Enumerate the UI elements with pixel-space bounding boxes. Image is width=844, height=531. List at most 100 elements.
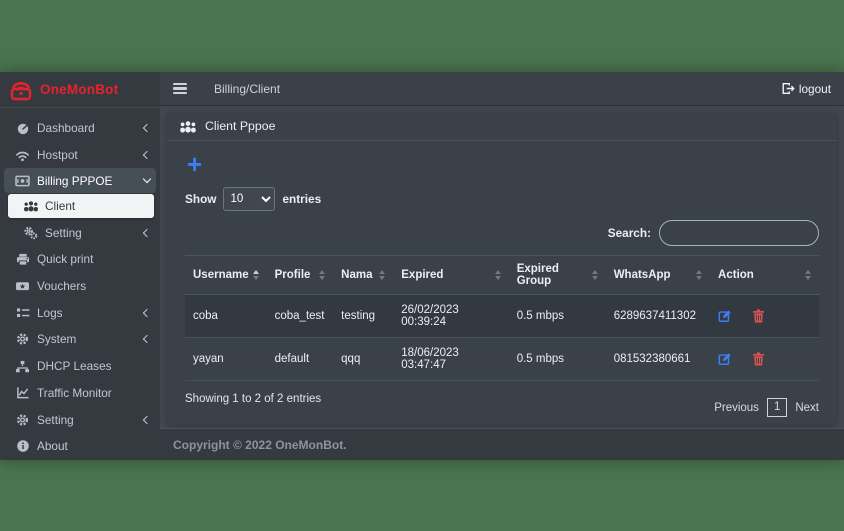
logout-button[interactable]: logout [781,82,831,96]
cell-expired-group: 0.5 mbps [509,295,606,338]
breadcrumb: Billing/Client [214,82,280,96]
edit-icon[interactable] [718,309,732,323]
search-input[interactable] [659,220,819,246]
about-info-icon [14,439,31,454]
gears-icon [22,225,39,240]
chevron-left-icon [143,335,151,343]
system-gear-icon [14,332,31,347]
sidebar-item-setting[interactable]: Setting [0,406,160,433]
table-header-row: Username Profile Nama [185,256,819,295]
sidebar-item-about[interactable]: About [0,433,160,460]
sort-icon [379,270,385,280]
wifi-icon [14,148,31,163]
sidebar-menu: Dashboard Hostpot Billing PPPOE [0,108,160,460]
sidebar-item-label: Hostpot [37,148,78,162]
sidebar-item-client[interactable]: Client [8,194,154,218]
main-area: Billing/Client logout Client Pppoe + [160,72,844,460]
sidebar-item-label: Logs [37,306,63,320]
page-length-select[interactable]: 10 [223,187,275,211]
sidebar: OneMonBot Dashboard Hostpot [0,72,160,460]
previous-page-button[interactable]: Previous [714,402,759,414]
table-row: coba coba_test testing 26/02/2023 00:39:… [185,295,819,338]
page-number-button[interactable]: 1 [767,398,787,417]
sidebar-item-system[interactable]: System [0,326,160,353]
column-header-whatsapp[interactable]: WhatsApp [606,256,710,295]
chevron-left-icon [143,151,151,159]
page-length-control: Show 10 entries [185,187,819,211]
edit-icon[interactable] [718,352,732,366]
column-header-profile[interactable]: Profile [267,256,334,295]
brand-title: OneMonBot [40,82,118,97]
cell-expired-group: 0.5 mbps [509,338,606,381]
content-area: Client Pppoe + Show 10 entries Search: [160,106,844,428]
sort-asc-icon [253,270,259,280]
onemonbot-logo-icon [9,79,33,101]
sidebar-item-traffic-monitor[interactable]: Traffic Monitor [0,380,160,407]
voucher-icon [14,279,31,294]
client-pppoe-card: Client Pppoe + Show 10 entries Search: [167,112,837,425]
brand-header[interactable]: OneMonBot [0,72,160,108]
hamburger-menu-icon[interactable] [173,83,187,95]
sidebar-item-label: Vouchers [37,279,86,293]
cell-username: yayan [185,338,267,381]
sidebar-item-label: Dashboard [37,121,95,135]
sidebar-item-billing-pppoe[interactable]: Billing PPPOE [4,168,156,193]
column-header-action[interactable]: Action [710,256,819,295]
sidebar-item-label: Setting [37,413,74,427]
sidebar-item-dashboard[interactable]: Dashboard [0,115,160,142]
sidebar-item-vouchers[interactable]: Vouchers [0,273,160,300]
sidebar-item-label: Billing PPPOE [37,174,112,188]
cell-nama: qqq [333,338,393,381]
pagination: Previous 1 Next [714,398,819,417]
column-header-expired[interactable]: Expired [393,256,508,295]
chevron-left-icon [143,309,151,317]
sidebar-item-quick-print[interactable]: Quick print [0,246,160,273]
show-label: Show [185,192,216,206]
dhcp-leases-icon [14,359,31,374]
top-navbar: Billing/Client logout [160,72,844,106]
sidebar-item-hostpot[interactable]: Hostpot [0,142,160,169]
desktop: { "brand": { "title": "OneMonBot" }, "na… [0,0,844,531]
trash-icon[interactable] [752,309,765,323]
cell-nama: testing [333,295,393,338]
users-icon [22,199,39,214]
sort-icon [495,270,501,280]
column-header-nama[interactable]: Nama [333,256,393,295]
next-page-button[interactable]: Next [795,402,819,414]
cell-expired: 18/06/2023 03:47:47 [393,338,508,381]
column-header-username[interactable]: Username [185,256,267,295]
sidebar-item-label: About [37,439,68,453]
copyright-text: Copyright © 2022 OneMonBot. [173,438,347,452]
cell-whatsapp: 081532380661 [606,338,710,381]
cell-username: coba [185,295,267,338]
sidebar-item-billing-setting[interactable]: Setting [0,219,160,246]
sidebar-item-label: Client [45,199,75,213]
sidebar-item-logs[interactable]: Logs [0,299,160,326]
client-table: Username Profile Nama [185,255,819,381]
sidebar-item-label: System [37,332,76,346]
search-label: Search: [608,226,651,240]
tachometer-icon [14,121,31,136]
trash-icon[interactable] [752,352,765,366]
table-row: yayan default qqq 18/06/2023 03:47:47 0.… [185,338,819,381]
users-icon [179,120,197,133]
logout-label: logout [799,82,831,96]
add-client-button[interactable]: + [187,153,207,175]
sidebar-item-dhcp-leases[interactable]: DHCP Leases [0,353,160,380]
billing-icon [14,173,31,188]
chevron-left-icon [143,124,151,132]
card-header: Client Pppoe [167,112,837,141]
chevron-down-icon [143,175,151,183]
printer-icon [14,252,31,267]
setting-gear-icon [14,412,31,427]
table-footer: Showing 1 to 2 of 2 entries Previous 1 N… [185,393,819,417]
traffic-monitor-icon [14,385,31,400]
cell-whatsapp: 6289637411302 [606,295,710,338]
logout-icon [781,82,795,95]
card-title: Client Pppoe [205,119,275,133]
sort-icon [319,270,325,280]
logs-icon [14,305,31,320]
sidebar-item-label: Traffic Monitor [37,386,112,400]
column-header-expired-group[interactable]: Expired Group [509,256,606,295]
sidebar-item-label: Setting [45,226,82,240]
